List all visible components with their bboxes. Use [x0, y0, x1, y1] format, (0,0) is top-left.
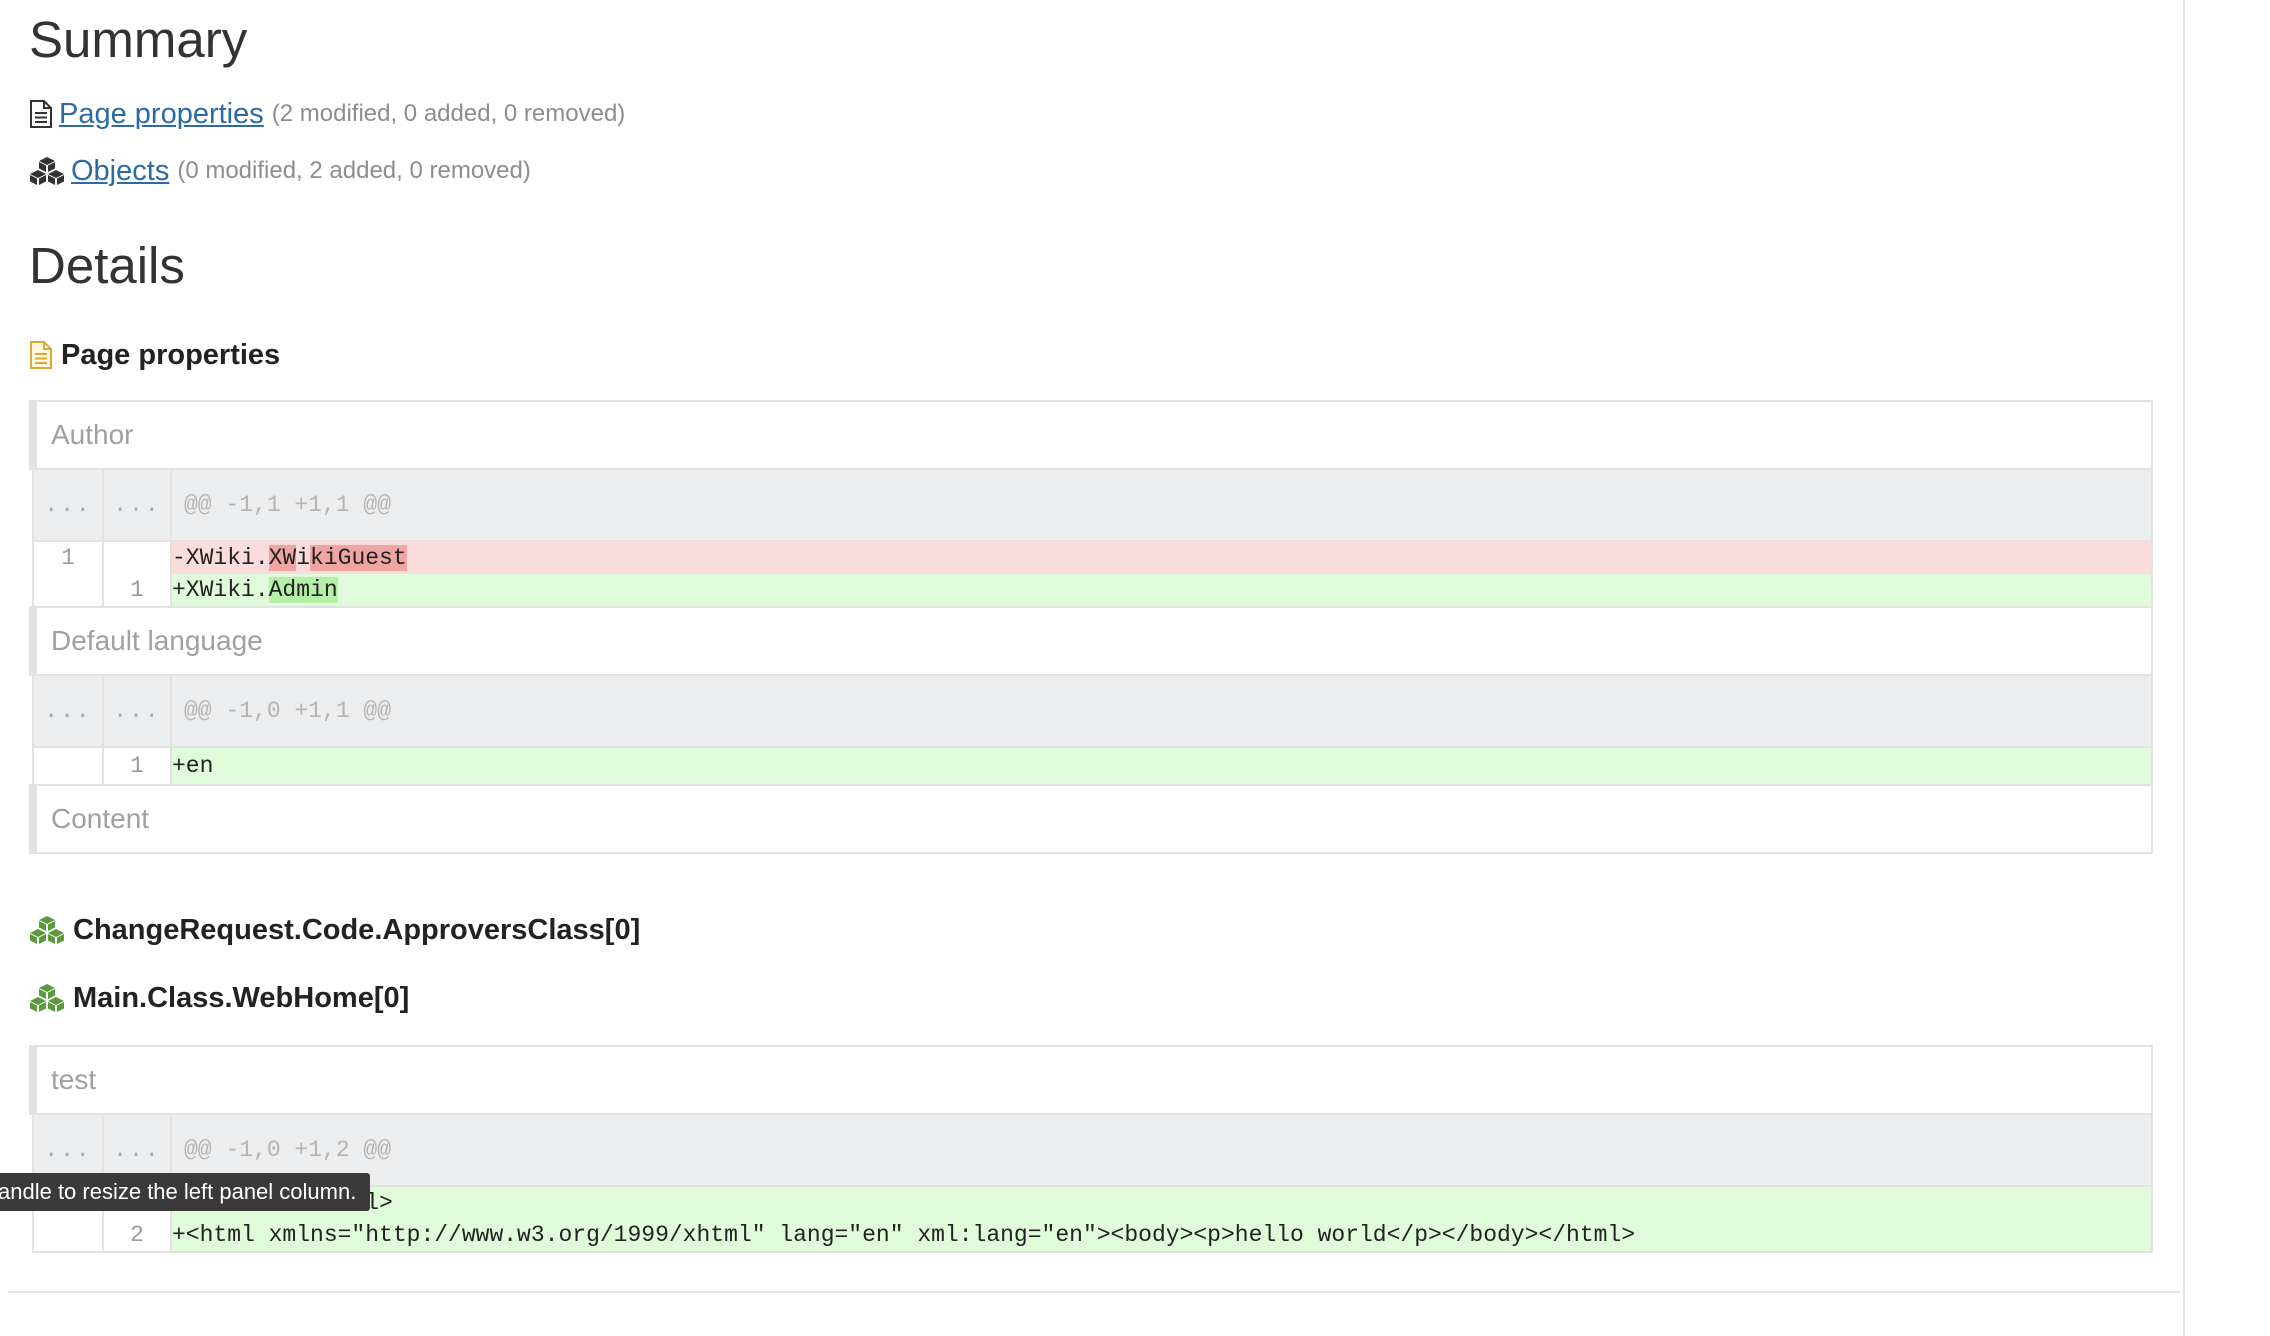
- new-line-number: 1: [102, 747, 172, 786]
- resize-handle-tooltip: andle to resize the left panel column.: [0, 1173, 371, 1211]
- diff-property-author: Author: [29, 400, 2153, 470]
- page-properties-counts: (2 modified, 0 added, 0 removed): [271, 100, 626, 127]
- object-name-webhome: Main.Class.WebHome[0]: [73, 981, 410, 1014]
- objects-link[interactable]: Objects: [71, 155, 169, 188]
- test-label: test: [29, 1045, 2153, 1115]
- deleted-line-text: -XWiki.XWikiGuest: [170, 541, 2153, 574]
- new-line-dots: ...: [102, 468, 172, 542]
- cubes-add-icon: [29, 915, 65, 945]
- diff-line-inserted: 1 +en: [32, 747, 2153, 786]
- default-language-label: Default language: [29, 606, 2153, 676]
- object-heading-approvers: ChangeRequest.Code.ApproversClass[0]: [29, 910, 640, 950]
- diff-property-default-language: Default language: [29, 606, 2153, 676]
- objects-counts: (0 modified, 2 added, 0 removed): [177, 157, 531, 184]
- old-line-number: [32, 1219, 104, 1253]
- hunk-range: @@ -1,0 +1,1 @@: [170, 674, 2153, 748]
- diff-property-test: test: [29, 1045, 2153, 1115]
- inserted-line-text: +en: [170, 747, 2153, 786]
- inserted-prefix: +XWiki.: [172, 577, 269, 603]
- diff-property-content: Content: [29, 784, 2153, 854]
- diff-main-panel: Summary Page properties (2 modified, 0 a…: [0, 0, 2183, 1336]
- new-line-number: [102, 541, 172, 574]
- inserted-line-text: +<!DOCTYPE html>: [170, 1186, 2153, 1219]
- cubes-add-icon: [29, 983, 65, 1013]
- deleted-prefix: -XWiki.: [172, 545, 269, 571]
- details-title: Details: [29, 237, 185, 294]
- diff-line-inserted: 1 +XWiki.Admin: [32, 574, 2153, 608]
- tooltip-text: andle to resize the left panel column.: [0, 1179, 357, 1204]
- diff-line-deleted: 1 -XWiki.XWikiGuest: [32, 541, 2153, 574]
- deleted-mid: i: [296, 545, 311, 571]
- page-icon: [29, 100, 53, 128]
- new-line-number: 1: [102, 574, 172, 608]
- summary-objects: Objects (0 modified, 2 added, 0 removed): [29, 151, 531, 191]
- deleted-highlight-2: kiGuest: [310, 545, 407, 571]
- right-panel-gutter: [2185, 0, 2270, 1336]
- inserted-highlight: Admin: [268, 577, 338, 603]
- object-webhome-diff-table: test ... ... @@ -1,0 +1,2 @@ 1 +<!DOCTYP…: [29, 1045, 2153, 1253]
- content-bottom-divider: [8, 1291, 2180, 1293]
- diff-hunk-header: ... ... @@ -1,1 +1,1 @@: [32, 468, 2153, 542]
- object-heading-webhome: Main.Class.WebHome[0]: [29, 978, 409, 1018]
- details-page-properties-heading: Page properties: [29, 335, 280, 375]
- old-line-dots: ...: [32, 468, 104, 542]
- old-line-number: [32, 574, 104, 608]
- page-properties-heading-text: Page properties: [61, 338, 281, 371]
- hunk-range: @@ -1,1 +1,1 @@: [170, 468, 2153, 542]
- deleted-highlight-1: XW: [268, 545, 297, 571]
- new-line-number: 2: [102, 1219, 172, 1253]
- old-line-number: [32, 747, 104, 786]
- inserted-line-text: +XWiki.Admin: [170, 574, 2153, 608]
- hunk-range: @@ -1,0 +1,2 @@: [170, 1113, 2153, 1187]
- diff-hunk-header: ... ... @@ -1,0 +1,1 @@: [32, 674, 2153, 748]
- old-line-dots: ...: [32, 674, 104, 748]
- page-properties-link[interactable]: Page properties: [59, 98, 264, 131]
- inserted-line-text: +<html xmlns="http://www.w3.org/1999/xht…: [170, 1219, 2153, 1253]
- author-label: Author: [29, 400, 2153, 470]
- new-line-dots: ...: [102, 674, 172, 748]
- diff-line-inserted: 2 +<html xmlns="http://www.w3.org/1999/x…: [32, 1219, 2153, 1253]
- content-label: Content: [29, 784, 2153, 854]
- cubes-icon: [29, 156, 65, 186]
- summary-page-properties: Page properties (2 modified, 0 added, 0 …: [29, 94, 625, 134]
- object-name-approvers: ChangeRequest.Code.ApproversClass[0]: [73, 913, 641, 946]
- page-edit-icon: [29, 341, 53, 369]
- old-line-number: 1: [32, 541, 104, 574]
- summary-title: Summary: [29, 11, 248, 68]
- page-properties-diff-table: Author ... ... @@ -1,1 +1,1 @@ 1 -XWiki.…: [29, 400, 2153, 854]
